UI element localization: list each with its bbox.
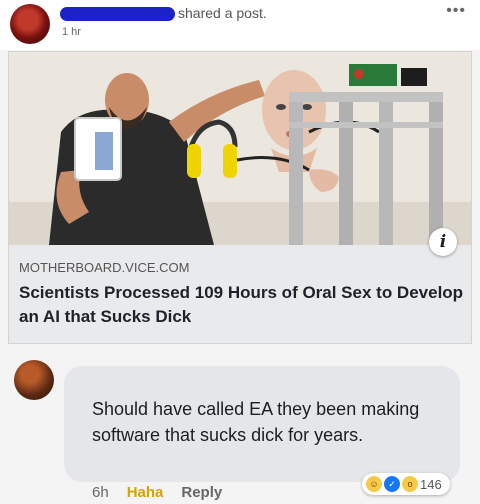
post-header: shared a post. 1 hr •••: [0, 0, 480, 50]
link-domain: MOTHERBOARD.VICE.COM: [19, 260, 190, 275]
like-reaction-icon: ✓: [384, 476, 400, 492]
reply-button[interactable]: Reply: [181, 484, 222, 501]
link-preview-card[interactable]: i MOTHERBOARD.VICE.COM Scientists Proces…: [8, 51, 472, 344]
haha-reaction-icon: ☺: [366, 476, 382, 492]
reaction-summary[interactable]: ☺ ✓ o 146: [362, 473, 450, 495]
haha-button[interactable]: Haha: [127, 484, 164, 501]
comment-time[interactable]: 6h: [92, 484, 109, 501]
comment-actions: 6h Haha Reply: [92, 484, 222, 501]
info-icon[interactable]: i: [429, 228, 457, 256]
link-preview-image[interactable]: [9, 52, 471, 245]
avatar[interactable]: [10, 4, 50, 44]
link-title[interactable]: Scientists Processed 109 Hours of Oral S…: [19, 281, 469, 329]
more-options-icon[interactable]: •••: [446, 2, 466, 20]
post-action-text: shared a post.: [178, 5, 267, 21]
comment-avatar[interactable]: [14, 360, 54, 400]
wow-reaction-icon: o: [402, 476, 418, 492]
comment-text: Should have called EA they been making s…: [92, 399, 420, 445]
reaction-count: 146: [420, 476, 442, 492]
comment-bubble: Should have called EA they been making s…: [64, 366, 460, 482]
post-timestamp[interactable]: 1 hr: [62, 26, 81, 38]
redacted-name-bar: [60, 7, 175, 21]
link-preview-illustration: [9, 52, 471, 245]
